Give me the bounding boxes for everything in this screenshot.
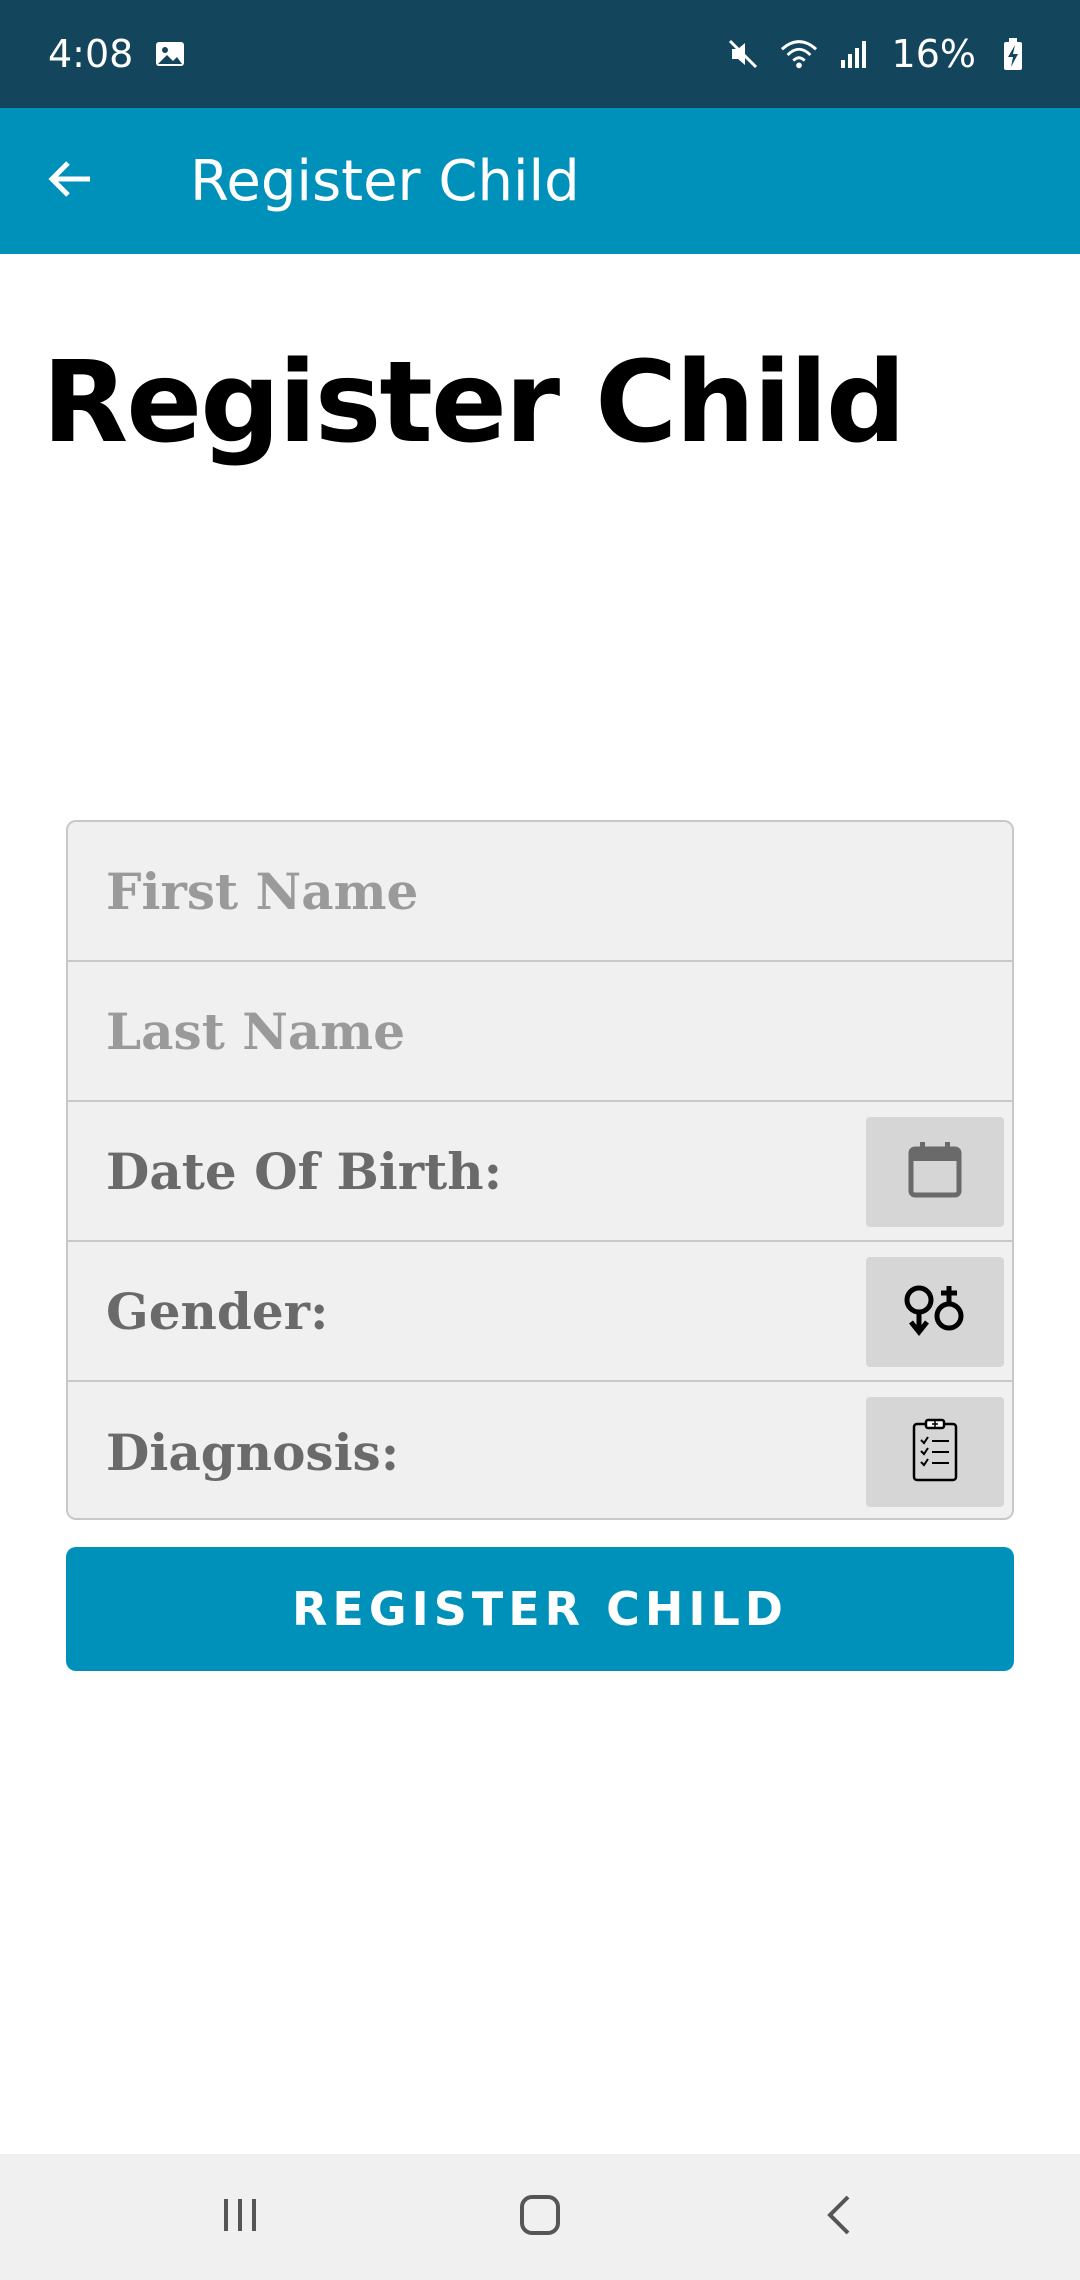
- gender-row[interactable]: Gender:: [68, 1242, 1012, 1382]
- recent-apps-button[interactable]: [170, 2167, 310, 2267]
- calendar-icon: [907, 1141, 963, 1204]
- status-right: 16%: [724, 32, 1032, 76]
- recent-apps-icon: [218, 2193, 262, 2242]
- app-bar: Register Child: [0, 108, 1080, 254]
- mute-icon: [724, 35, 762, 73]
- home-icon: [516, 2191, 564, 2244]
- first-name-input[interactable]: [68, 822, 1012, 960]
- nav-back-button[interactable]: [770, 2167, 910, 2267]
- status-bar: 4:08 16%: [0, 0, 1080, 108]
- battery-percent: 16%: [891, 32, 976, 76]
- system-nav-bar: [0, 2154, 1080, 2280]
- signal-icon: [836, 35, 874, 73]
- arrow-left-icon: [46, 155, 94, 208]
- register-form: Date Of Birth: Gender:: [66, 820, 1014, 1520]
- register-child-button[interactable]: REGISTER CHILD: [66, 1547, 1014, 1671]
- app-bar-title: Register Child: [190, 148, 580, 214]
- diagnosis-picker-button[interactable]: [866, 1397, 1004, 1507]
- page-title: Register Child: [42, 338, 906, 468]
- date-of-birth-picker-button[interactable]: [866, 1117, 1004, 1227]
- diagnosis-row[interactable]: Diagnosis:: [68, 1382, 1012, 1518]
- gender-picker-button[interactable]: [866, 1257, 1004, 1367]
- home-button[interactable]: [470, 2167, 610, 2267]
- back-icon: [818, 2191, 862, 2244]
- last-name-input[interactable]: [68, 962, 1012, 1100]
- status-left: 4:08: [48, 32, 189, 76]
- first-name-row: [68, 822, 1012, 962]
- gender-icon: [901, 1282, 969, 1343]
- clipboard-icon: [911, 1418, 959, 1487]
- wifi-icon: [780, 35, 818, 73]
- back-button[interactable]: [0, 108, 140, 254]
- last-name-row: [68, 962, 1012, 1102]
- battery-charging-icon: [994, 35, 1032, 73]
- status-time: 4:08: [48, 32, 134, 76]
- image-icon: [151, 35, 189, 73]
- date-of-birth-row[interactable]: Date Of Birth:: [68, 1102, 1012, 1242]
